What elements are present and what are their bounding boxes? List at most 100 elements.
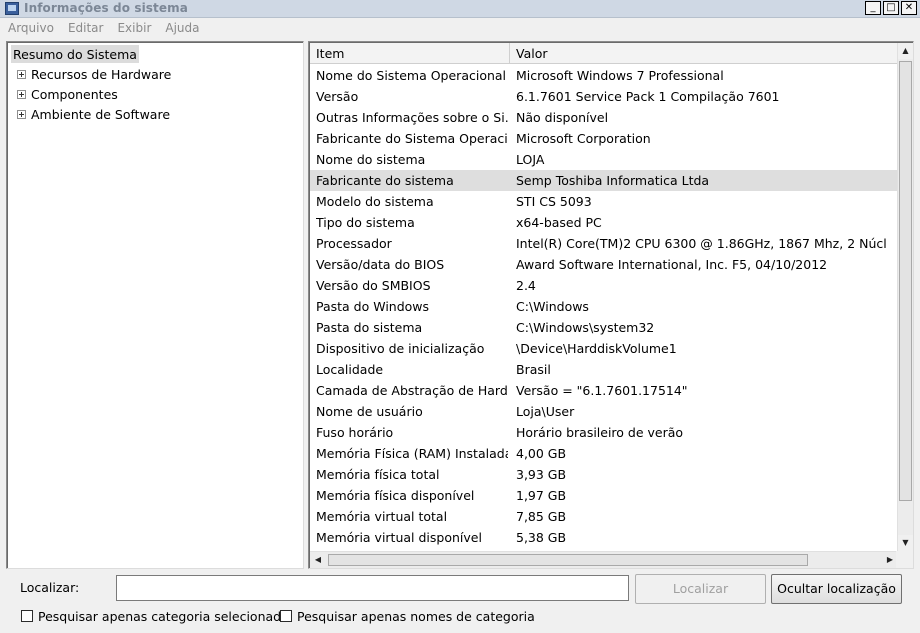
cell-valor: C:\Windows bbox=[516, 299, 589, 314]
cell-item: Versão bbox=[316, 89, 359, 104]
cell-item: Fabricante do sistema bbox=[316, 173, 454, 188]
category-tree: Resumo do Sistema Recursos de Hardware C… bbox=[6, 41, 304, 569]
table-row[interactable]: Nome do sistema LOJA bbox=[310, 149, 898, 170]
checkbox-box[interactable] bbox=[280, 610, 292, 622]
table-row[interactable]: Localidade Brasil bbox=[310, 359, 898, 380]
tree-item-resumo-do-sistema[interactable]: Resumo do Sistema bbox=[11, 45, 139, 63]
minimize-button[interactable]: _ bbox=[865, 1, 881, 15]
cell-item: Versão do SMBIOS bbox=[316, 278, 431, 293]
column-header-item[interactable]: Item bbox=[310, 43, 510, 64]
scroll-left-arrow-icon[interactable]: ◀ bbox=[310, 552, 326, 568]
table-row[interactable]: Nome do Sistema Operacional Microsoft Win… bbox=[310, 65, 898, 86]
table-row[interactable]: Fuso horário Horário brasileiro de verão bbox=[310, 422, 898, 443]
tree-item-label: Recursos de Hardware bbox=[31, 66, 172, 82]
checkbox-selected-category[interactable]: Pesquisar apenas categoria selecionada bbox=[21, 607, 289, 625]
cell-valor: 4,00 GB bbox=[516, 446, 567, 461]
cell-item: Memória física disponível bbox=[316, 488, 475, 503]
cell-valor: \Device\HarddiskVolume1 bbox=[516, 341, 677, 356]
cell-item: Fuso horário bbox=[316, 425, 394, 440]
table-row[interactable]: Pasta do Windows C:\Windows bbox=[310, 296, 898, 317]
list-rows: Nome do Sistema Operacional Microsoft Win… bbox=[310, 65, 898, 550]
cell-valor: 7,85 GB bbox=[516, 509, 567, 524]
cell-valor: Intel(R) Core(TM)2 CPU 6300 @ 1.86GHz, 1… bbox=[516, 236, 887, 251]
cell-valor: Microsoft Windows 7 Professional bbox=[516, 68, 724, 83]
tree-item-recursos-de-hardware[interactable]: Recursos de Hardware bbox=[11, 65, 171, 83]
table-row[interactable]: Nome de usuário Loja\User bbox=[310, 401, 898, 422]
cell-item: Outras Informações sobre o Si... bbox=[316, 110, 508, 125]
menu-editar[interactable]: Editar bbox=[68, 21, 104, 35]
cell-valor: Loja\User bbox=[516, 404, 575, 419]
cell-item: Modelo do sistema bbox=[316, 194, 434, 209]
close-button[interactable]: ✕ bbox=[901, 1, 917, 15]
table-row[interactable]: Memória virtual disponível 5,38 GB bbox=[310, 527, 898, 548]
cell-item: Memória virtual disponível bbox=[316, 530, 482, 545]
cell-item: Camada de Abstração de Hard... bbox=[316, 383, 508, 398]
find-label: Localizar: bbox=[20, 580, 80, 595]
horizontal-scrollbar[interactable]: ◀ ▶ bbox=[310, 551, 898, 568]
table-row[interactable]: Memória física total 3,93 GB bbox=[310, 464, 898, 485]
expand-plus-icon[interactable] bbox=[17, 69, 26, 79]
cell-valor: 6.1.7601 Service Pack 1 Compilação 7601 bbox=[516, 89, 780, 104]
cell-valor: 3,93 GB bbox=[516, 467, 567, 482]
table-row[interactable]: Tipo do sistema x64-based PC bbox=[310, 212, 898, 233]
cell-valor: C:\Windows\system32 bbox=[516, 320, 655, 335]
find-button[interactable]: Localizar bbox=[635, 574, 766, 604]
table-row[interactable]: Memória física disponível 1,97 GB bbox=[310, 485, 898, 506]
table-row[interactable]: Processador Intel(R) Core(TM)2 CPU 6300 @… bbox=[310, 233, 898, 254]
menu-bar: Arquivo Editar Exibir Ajuda bbox=[0, 18, 920, 38]
table-row[interactable]: Fabricante do Sistema Operaci... Microsof… bbox=[310, 128, 898, 149]
menu-arquivo[interactable]: Arquivo bbox=[8, 21, 54, 35]
cell-valor: Award Software International, Inc. F5, 0… bbox=[516, 257, 828, 272]
tree-item-ambiente-de-software[interactable]: Ambiente de Software bbox=[11, 105, 170, 123]
vertical-scrollbar[interactable]: ▲ ▼ bbox=[897, 43, 913, 551]
cell-valor: Brasil bbox=[516, 362, 551, 377]
cell-valor: 1,97 GB bbox=[516, 488, 567, 503]
cell-valor: Não disponível bbox=[516, 110, 609, 125]
hide-find-button[interactable]: Ocultar localização bbox=[771, 574, 902, 604]
table-row[interactable]: Memória Física (RAM) Instalada 4,00 GB bbox=[310, 443, 898, 464]
table-row[interactable]: Fabricante do sistema Semp Toshiba Inform… bbox=[310, 170, 898, 191]
cell-valor: x64-based PC bbox=[516, 215, 602, 230]
table-row[interactable]: Versão do SMBIOS 2.4 bbox=[310, 275, 898, 296]
cell-item: Memória Física (RAM) Instalada bbox=[316, 446, 508, 461]
vertical-scroll-thumb[interactable] bbox=[899, 61, 912, 501]
table-row[interactable]: Outras Informações sobre o Si... Não disp… bbox=[310, 107, 898, 128]
horizontal-scroll-thumb[interactable] bbox=[328, 554, 808, 566]
system-info-app-icon bbox=[5, 2, 19, 15]
scrollbar-corner bbox=[896, 551, 913, 568]
table-row[interactable]: Dispositivo de inicialização \Device\Hard… bbox=[310, 338, 898, 359]
cell-item: Fabricante do Sistema Operaci... bbox=[316, 131, 508, 146]
tree-item-label: Componentes bbox=[31, 86, 118, 102]
cell-valor: LOJA bbox=[516, 152, 545, 167]
checkbox-box[interactable] bbox=[21, 610, 33, 622]
table-row[interactable]: Camada de Abstração de Hard... Versão = "… bbox=[310, 380, 898, 401]
cell-item: Nome de usuário bbox=[316, 404, 423, 419]
table-row[interactable]: Pasta do sistema C:\Windows\system32 bbox=[310, 317, 898, 338]
find-input[interactable] bbox=[116, 575, 629, 601]
table-row[interactable]: Versão/data do BIOS Award Software Intern… bbox=[310, 254, 898, 275]
menu-exibir[interactable]: Exibir bbox=[117, 21, 151, 35]
list-header: Item Valor bbox=[310, 43, 898, 64]
cell-item: Pasta do Windows bbox=[316, 299, 430, 314]
cell-item: Nome do sistema bbox=[316, 152, 426, 167]
expand-plus-icon[interactable] bbox=[17, 109, 26, 119]
cell-item: Tipo do sistema bbox=[316, 215, 415, 230]
table-row[interactable]: Modelo do sistema STI CS 5093 bbox=[310, 191, 898, 212]
table-row[interactable]: Memória virtual total 7,85 GB bbox=[310, 506, 898, 527]
cell-valor: Microsoft Corporation bbox=[516, 131, 651, 146]
table-row[interactable]: Versão 6.1.7601 Service Pack 1 Compilação… bbox=[310, 86, 898, 107]
cell-item: Pasta do sistema bbox=[316, 320, 423, 335]
cell-valor: Versão = "6.1.7601.17514" bbox=[516, 383, 688, 398]
scroll-down-arrow-icon[interactable]: ▼ bbox=[898, 535, 913, 551]
scroll-up-arrow-icon[interactable]: ▲ bbox=[898, 43, 913, 59]
checkbox-category-names[interactable]: Pesquisar apenas nomes de categoria bbox=[280, 607, 535, 625]
checkbox-label: Pesquisar apenas nomes de categoria bbox=[297, 608, 535, 624]
column-header-valor[interactable]: Valor bbox=[510, 43, 898, 64]
maximize-button[interactable]: □ bbox=[883, 1, 899, 15]
window-title: Informações do sistema bbox=[24, 1, 188, 15]
tree-item-componentes[interactable]: Componentes bbox=[11, 85, 118, 103]
cell-item: Memória física total bbox=[316, 467, 440, 482]
tree-item-label: Resumo do Sistema bbox=[13, 46, 137, 62]
menu-ajuda[interactable]: Ajuda bbox=[165, 21, 199, 35]
expand-plus-icon[interactable] bbox=[17, 89, 26, 99]
